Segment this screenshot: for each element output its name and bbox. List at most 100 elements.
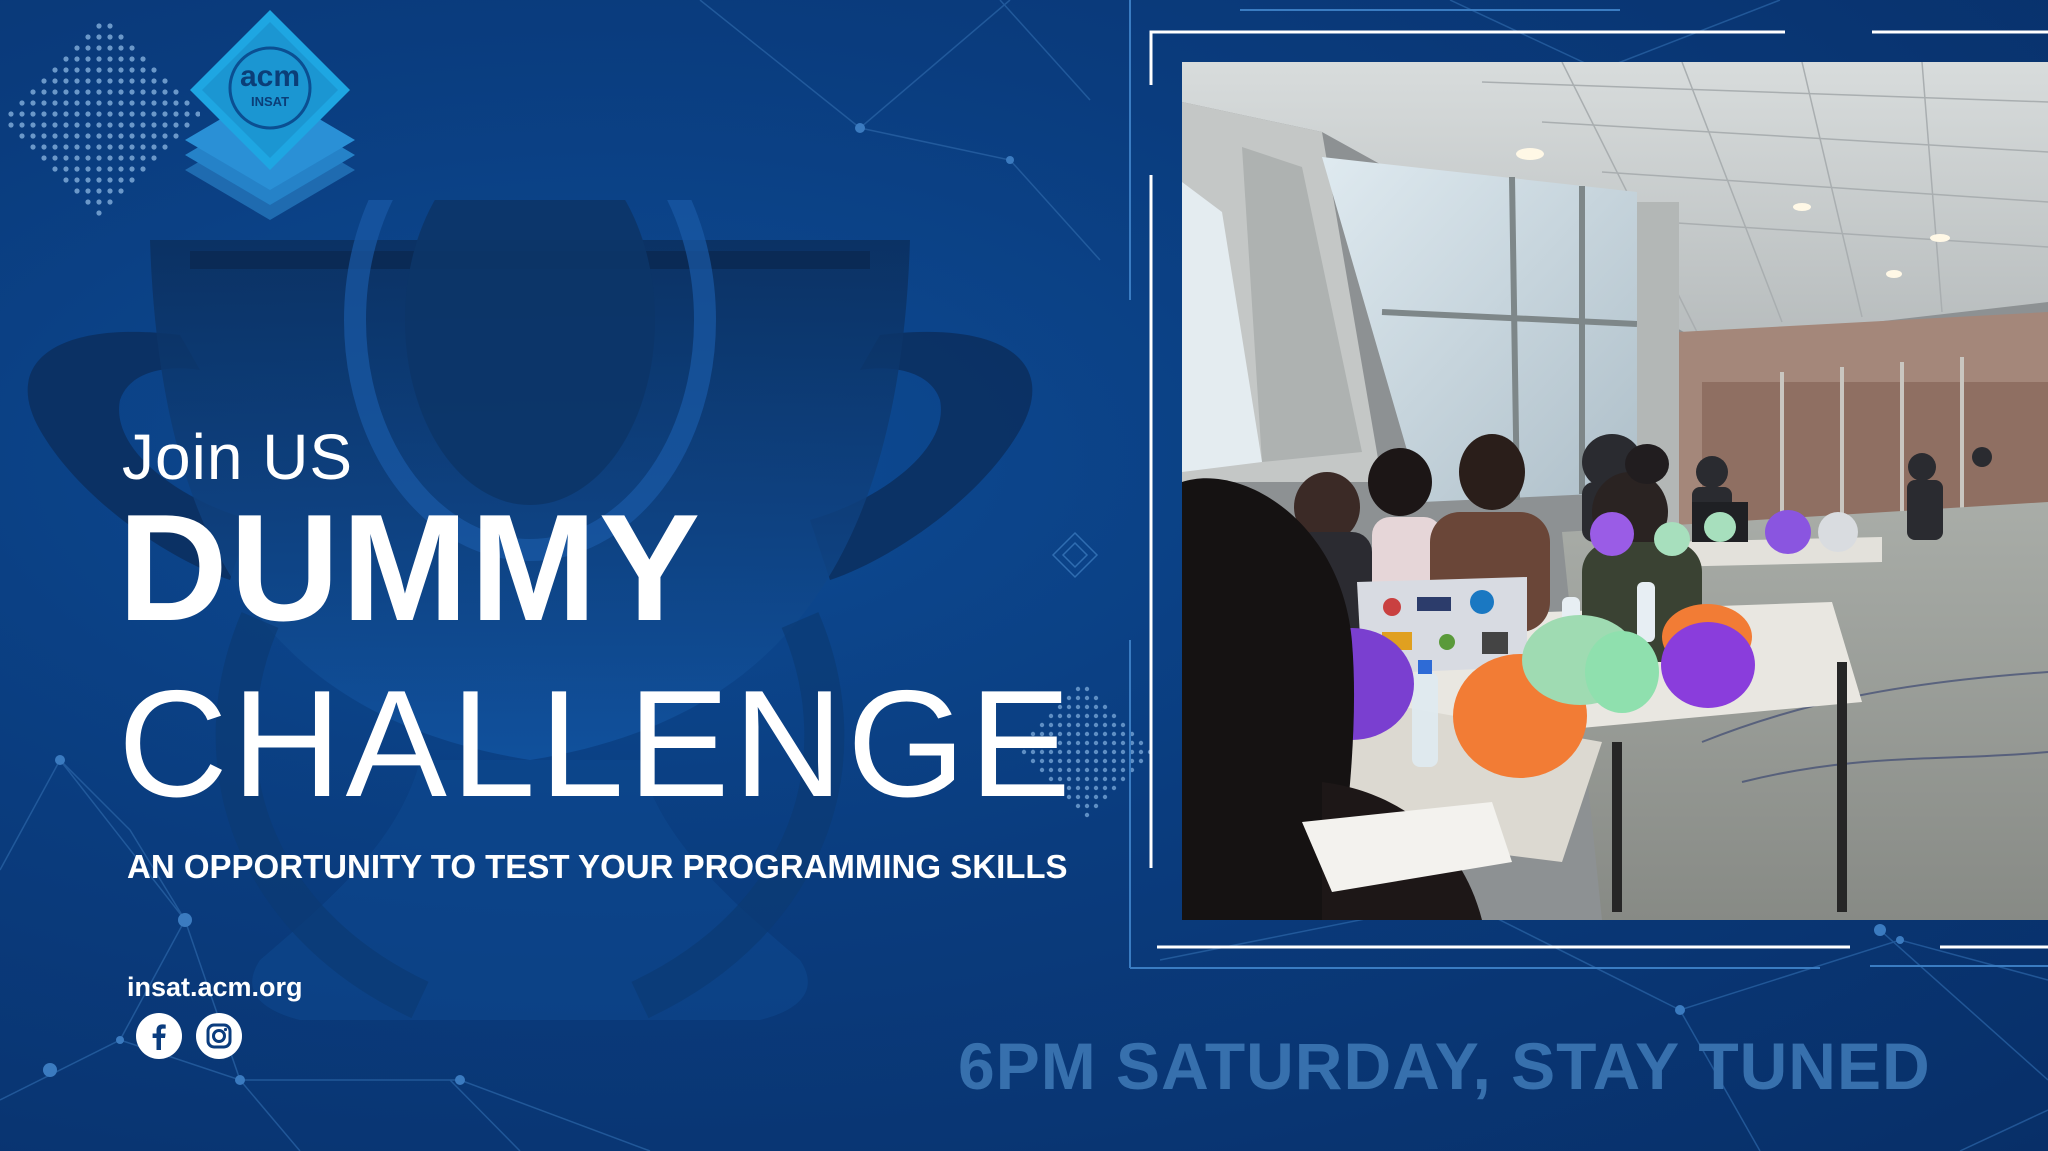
pattern-dot bbox=[151, 100, 157, 106]
pattern-dot bbox=[74, 45, 80, 51]
pattern-dot bbox=[74, 144, 80, 150]
website-link[interactable]: insat.acm.org bbox=[127, 972, 303, 1003]
pattern-dot bbox=[1084, 722, 1090, 728]
pattern-dot bbox=[1093, 713, 1099, 719]
pattern-dot bbox=[129, 67, 135, 73]
tagline: AN OPPORTUNITY TO TEST YOUR PROGRAMMING … bbox=[127, 848, 1068, 885]
pattern-dot bbox=[151, 78, 157, 84]
pattern-dot bbox=[1075, 695, 1081, 701]
pattern-dot bbox=[74, 100, 80, 106]
instagram-icon[interactable] bbox=[196, 1013, 242, 1059]
pattern-dot bbox=[1075, 686, 1081, 692]
pattern-dot bbox=[30, 111, 36, 117]
pattern-dot bbox=[129, 155, 135, 161]
pattern-dot bbox=[74, 89, 80, 95]
pattern-dot bbox=[1075, 785, 1081, 791]
pattern-dot bbox=[85, 199, 91, 205]
pattern-dot bbox=[129, 166, 135, 172]
pattern-dot bbox=[129, 111, 135, 117]
pattern-dot bbox=[129, 144, 135, 150]
pattern-dot bbox=[1084, 758, 1090, 764]
pattern-dot bbox=[1084, 767, 1090, 773]
pattern-dot bbox=[1111, 776, 1117, 782]
pattern-dot bbox=[1102, 740, 1108, 746]
pattern-dot bbox=[151, 111, 157, 117]
pattern-dot bbox=[63, 155, 69, 161]
pattern-dot bbox=[129, 122, 135, 128]
pattern-dot bbox=[96, 133, 102, 139]
pattern-dot bbox=[63, 56, 69, 62]
pattern-dot bbox=[96, 188, 102, 194]
pattern-dot bbox=[63, 100, 69, 106]
pattern-dot bbox=[118, 89, 124, 95]
pattern-dot bbox=[1102, 776, 1108, 782]
pattern-dot bbox=[107, 166, 113, 172]
pattern-dot bbox=[63, 67, 69, 73]
title-line-2: CHALLENGE bbox=[118, 659, 1075, 829]
pattern-dot bbox=[85, 122, 91, 128]
pattern-dot bbox=[1084, 749, 1090, 755]
pattern-dot bbox=[129, 177, 135, 183]
pattern-dot bbox=[1102, 785, 1108, 791]
pattern-dot bbox=[96, 100, 102, 106]
pattern-dot bbox=[1075, 749, 1081, 755]
pattern-dot bbox=[85, 89, 91, 95]
pattern-dot bbox=[96, 199, 102, 205]
pattern-dot bbox=[63, 177, 69, 183]
pattern-dot bbox=[52, 89, 58, 95]
pattern-dot bbox=[52, 100, 58, 106]
pattern-dot bbox=[129, 78, 135, 84]
pattern-dot bbox=[151, 89, 157, 95]
pattern-dot bbox=[129, 100, 135, 106]
pattern-dot bbox=[19, 133, 25, 139]
facebook-icon[interactable] bbox=[136, 1013, 182, 1059]
pattern-dot bbox=[151, 67, 157, 73]
pattern-dot bbox=[63, 122, 69, 128]
pattern-dot bbox=[1075, 776, 1081, 782]
pattern-dot bbox=[118, 166, 124, 172]
pattern-dot bbox=[96, 56, 102, 62]
pattern-dot bbox=[140, 155, 146, 161]
pattern-dot bbox=[1093, 695, 1099, 701]
pattern-dot bbox=[19, 111, 25, 117]
pattern-dot bbox=[140, 100, 146, 106]
pattern-dot bbox=[1111, 758, 1117, 764]
pattern-dot bbox=[1075, 722, 1081, 728]
pattern-dot bbox=[1084, 803, 1090, 809]
pattern-dot bbox=[1075, 731, 1081, 737]
pattern-dot bbox=[85, 34, 91, 40]
pattern-dot bbox=[85, 67, 91, 73]
pattern-dot bbox=[96, 155, 102, 161]
pattern-dot bbox=[52, 111, 58, 117]
pattern-dot bbox=[96, 67, 102, 73]
pattern-dot bbox=[151, 133, 157, 139]
pattern-dot bbox=[107, 78, 113, 84]
pattern-dot bbox=[107, 122, 113, 128]
pattern-dot bbox=[96, 34, 102, 40]
pattern-dot bbox=[74, 166, 80, 172]
pattern-dot bbox=[63, 133, 69, 139]
pattern-dot bbox=[118, 111, 124, 117]
pattern-dot bbox=[30, 122, 36, 128]
pattern-dot bbox=[1111, 749, 1117, 755]
pattern-dot bbox=[118, 100, 124, 106]
pattern-dot bbox=[85, 133, 91, 139]
pattern-dot bbox=[52, 155, 58, 161]
pattern-dot bbox=[1102, 713, 1108, 719]
pattern-dot bbox=[1075, 794, 1081, 800]
pattern-dot bbox=[1075, 803, 1081, 809]
pattern-dot bbox=[140, 122, 146, 128]
pattern-dot bbox=[118, 155, 124, 161]
event-photo bbox=[1182, 62, 2048, 920]
pattern-dot bbox=[129, 45, 135, 51]
schedule-text: 6PM SATURDAY, STAY TUNED bbox=[958, 1029, 1931, 1103]
pattern-dot bbox=[52, 122, 58, 128]
pattern-dot bbox=[96, 89, 102, 95]
pattern-dot bbox=[118, 177, 124, 183]
pattern-dot bbox=[107, 144, 113, 150]
pattern-dot bbox=[118, 34, 124, 40]
pattern-dot bbox=[107, 34, 113, 40]
pattern-dot bbox=[96, 78, 102, 84]
pattern-dot bbox=[140, 78, 146, 84]
pattern-dot bbox=[41, 111, 47, 117]
